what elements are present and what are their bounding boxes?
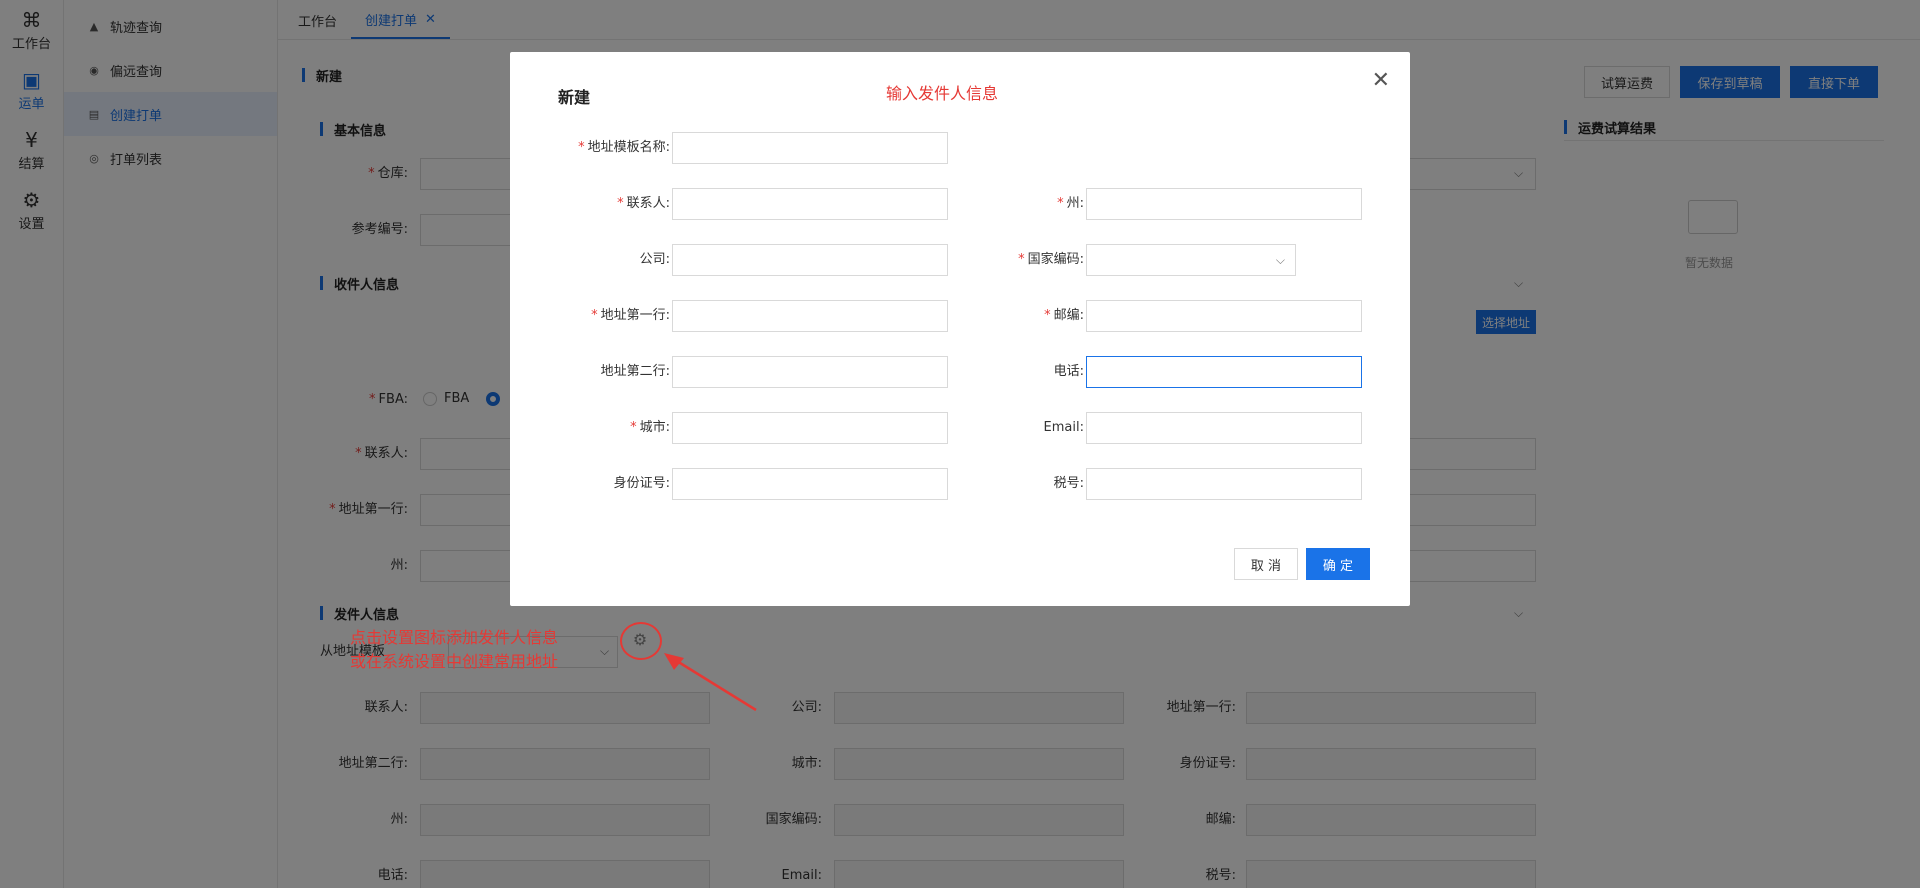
annotation-line-2: 或在系统设置中创建常用地址 bbox=[350, 652, 559, 671]
idcard-input[interactable] bbox=[672, 468, 948, 500]
phone-label: 电话: bbox=[1053, 364, 1084, 379]
annotation-text: 点击设置图标添加发件人信息 或在系统设置中创建常用地址 bbox=[350, 626, 558, 674]
country-code-label: 国家编码: bbox=[924, 244, 1084, 276]
zip-input[interactable] bbox=[1086, 300, 1362, 332]
addr1-input[interactable] bbox=[672, 300, 948, 332]
template-name-input[interactable] bbox=[672, 132, 948, 164]
tax-label: 税号: bbox=[1053, 476, 1084, 491]
close-icon[interactable]: ✕ bbox=[1372, 68, 1390, 93]
contact-label: 联系人: bbox=[510, 188, 670, 220]
settings-gear-icon[interactable]: ⚙ bbox=[628, 628, 652, 652]
state-input[interactable] bbox=[1086, 188, 1362, 220]
company-label: 公司: bbox=[639, 252, 670, 267]
app-root: ⌘ 工作台 ▣ 运单 ¥ 结算 ⚙ 设置 ▲ 轨迹查询 ◉ 偏远查询 ▤ 创建打… bbox=[0, 0, 1920, 888]
phone-input[interactable] bbox=[1086, 356, 1362, 388]
addr2-input[interactable] bbox=[672, 356, 948, 388]
annotation-line-1: 点击设置图标添加发件人信息 bbox=[350, 628, 559, 647]
state-label: 州: bbox=[924, 188, 1084, 220]
addr1-label: 地址第一行: bbox=[510, 300, 670, 332]
email-input[interactable] bbox=[1086, 412, 1362, 444]
city-input[interactable] bbox=[672, 412, 948, 444]
zip-label: 邮编: bbox=[924, 300, 1084, 332]
annotation-arrow-icon bbox=[664, 653, 757, 712]
template-name-label: 地址模板名称: bbox=[510, 132, 670, 164]
new-address-modal: 新建 输入发件人信息 ✕ 地址模板名称: 联系人: 州: 公司: 国家编码: ⌵… bbox=[510, 52, 1410, 606]
modal-title: 新建 bbox=[558, 88, 591, 107]
email-label: Email: bbox=[1043, 420, 1084, 435]
company-input[interactable] bbox=[672, 244, 948, 276]
confirm-button[interactable]: 确 定 bbox=[1306, 548, 1370, 580]
tax-input[interactable] bbox=[1086, 468, 1362, 500]
idcard-label: 身份证号: bbox=[613, 476, 670, 491]
modal-annotation: 输入发件人信息 bbox=[886, 84, 999, 103]
chevron-down-icon: ⌵ bbox=[1275, 253, 1285, 267]
city-label: 城市: bbox=[510, 412, 670, 444]
contact-input[interactable] bbox=[672, 188, 948, 220]
cancel-button[interactable]: 取 消 bbox=[1234, 548, 1298, 580]
country-code-select[interactable]: ⌵ bbox=[1086, 244, 1296, 276]
addr2-label: 地址第二行: bbox=[600, 364, 670, 379]
